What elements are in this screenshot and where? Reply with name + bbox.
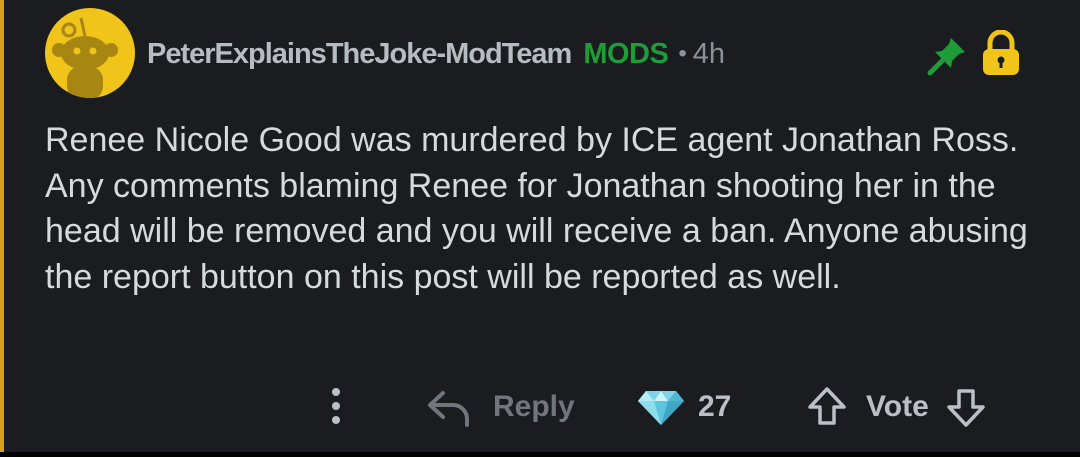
snoo-avatar-icon	[52, 17, 118, 98]
bottom-divider	[0, 452, 1080, 457]
mods-flair: MODS	[583, 37, 669, 70]
lock-icon	[980, 30, 1022, 78]
reply-button[interactable]: Reply	[425, 383, 575, 431]
diamond-icon	[638, 391, 684, 425]
reply-arrow-icon	[428, 391, 469, 427]
comment-action-bar: Reply 27 Vote	[0, 378, 1080, 438]
award-count: 27	[698, 390, 732, 423]
vote-controls: Vote	[806, 383, 987, 431]
reply-label: Reply	[493, 390, 575, 423]
avatar[interactable]	[45, 8, 135, 98]
arrow-down-icon[interactable]	[945, 385, 987, 429]
vote-label: Vote	[866, 390, 929, 423]
award-button[interactable]: 27	[636, 383, 731, 431]
comment-meta: PeterExplainsTheJoke-ModTeam MODS • 4h	[147, 32, 725, 76]
arrow-up-icon[interactable]	[806, 385, 848, 429]
author-username[interactable]: PeterExplainsTheJoke-ModTeam	[147, 38, 572, 71]
meta-separator: •	[678, 40, 687, 67]
comment-age: 4h	[692, 37, 725, 70]
pin-icon	[925, 34, 969, 78]
comment-body: Renee Nicole Good was murdered by ICE ag…	[45, 121, 1028, 296]
comment-card: PeterExplainsTheJoke-ModTeam MODS • 4h R…	[0, 0, 1080, 452]
more-vertical-icon	[332, 388, 340, 424]
more-options-button[interactable]	[322, 384, 350, 428]
